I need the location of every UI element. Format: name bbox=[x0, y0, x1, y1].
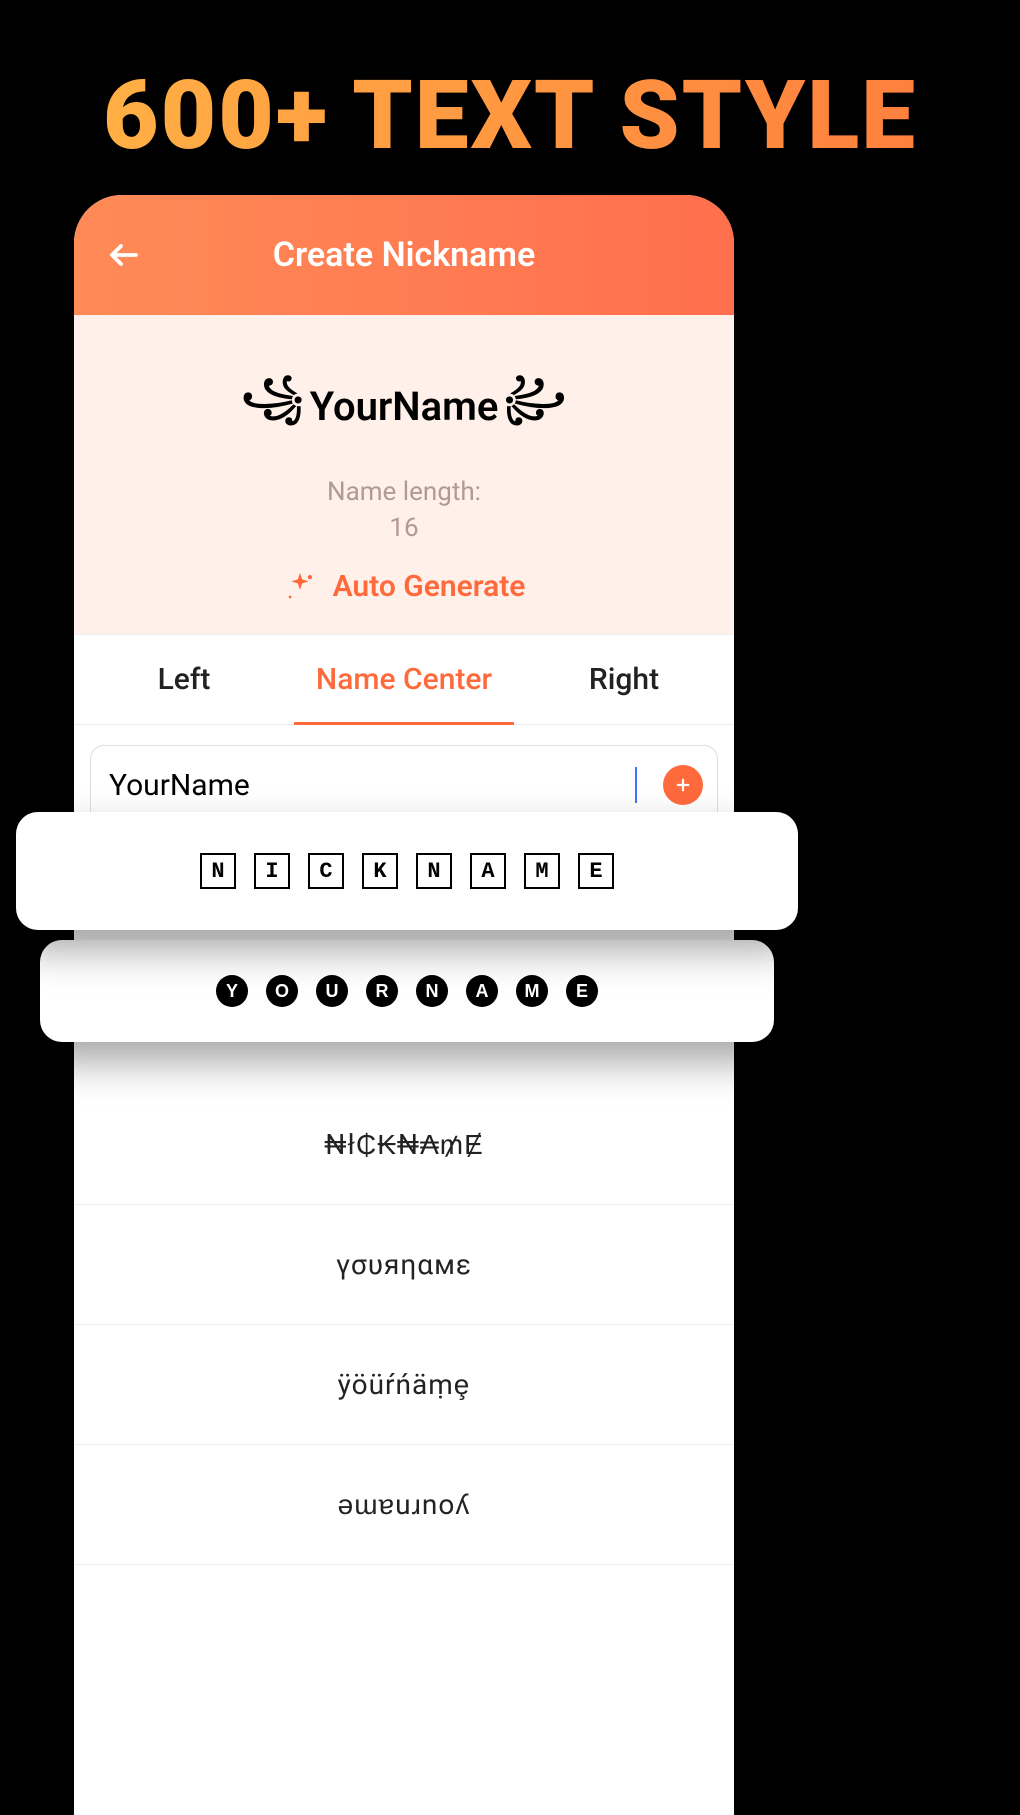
style-row[interactable]: ₦ł₵₭₦₳₥Ɇ bbox=[74, 1085, 734, 1205]
auto-generate-label: Auto Generate bbox=[333, 569, 526, 604]
circle-letter: O bbox=[266, 975, 298, 1007]
boxed-letter: N bbox=[416, 853, 452, 889]
style-showcase-card-boxed[interactable]: NICKNAME bbox=[16, 812, 798, 930]
style-row[interactable]: ǝɯɐuɹnoʎ bbox=[74, 1445, 734, 1565]
app-header: Create Nickname bbox=[74, 195, 734, 315]
preview-area: ꧁ YourName ꧁ Name length: 16 Auto Genera… bbox=[74, 315, 734, 635]
circle-letter: E bbox=[566, 975, 598, 1007]
name-length-value: 16 bbox=[94, 513, 714, 543]
back-arrow-icon bbox=[106, 237, 142, 273]
boxed-letter: C bbox=[308, 853, 344, 889]
name-input[interactable]: YourName bbox=[109, 768, 637, 803]
left-flourish: ꧁ bbox=[241, 365, 303, 447]
tab-right[interactable]: Right bbox=[514, 635, 734, 724]
sparkle-icon bbox=[283, 570, 317, 604]
circle-letter: N bbox=[416, 975, 448, 1007]
boxed-letter: M bbox=[524, 853, 560, 889]
text-caret bbox=[635, 767, 637, 803]
preview-name-text: YourName bbox=[310, 383, 499, 430]
tab-left[interactable]: Left bbox=[74, 635, 294, 724]
tab-name-center[interactable]: Name Center bbox=[294, 635, 514, 724]
alignment-tabs: Left Name Center Right bbox=[74, 635, 734, 725]
boxed-letter: N bbox=[200, 853, 236, 889]
circle-letter: R bbox=[366, 975, 398, 1007]
boxed-letter: A bbox=[470, 853, 506, 889]
promo-title: 600+ TEXT STYLE bbox=[0, 0, 1020, 202]
right-flourish: ꧁ bbox=[504, 365, 566, 447]
boxed-letter: I bbox=[254, 853, 290, 889]
back-button[interactable] bbox=[102, 233, 146, 277]
circle-letter: U bbox=[316, 975, 348, 1007]
boxed-letter: E bbox=[578, 853, 614, 889]
style-showcase-card-circled[interactable]: YOURNAME bbox=[40, 940, 774, 1042]
auto-generate-button[interactable]: Auto Generate bbox=[94, 569, 714, 604]
styled-name-preview: ꧁ YourName ꧁ bbox=[94, 365, 714, 447]
circle-letter: Y bbox=[216, 975, 248, 1007]
circle-letter: A bbox=[466, 975, 498, 1007]
name-length-label: Name length: bbox=[94, 477, 714, 507]
style-row[interactable]: ÿöüŕńäṃȩ bbox=[74, 1325, 734, 1445]
plus-icon bbox=[674, 776, 692, 794]
add-button[interactable] bbox=[663, 765, 703, 805]
header-title: Create Nickname bbox=[273, 235, 536, 275]
circle-letter: M bbox=[516, 975, 548, 1007]
style-row[interactable]: γσυяηαмε bbox=[74, 1205, 734, 1325]
boxed-letter: K bbox=[362, 853, 398, 889]
